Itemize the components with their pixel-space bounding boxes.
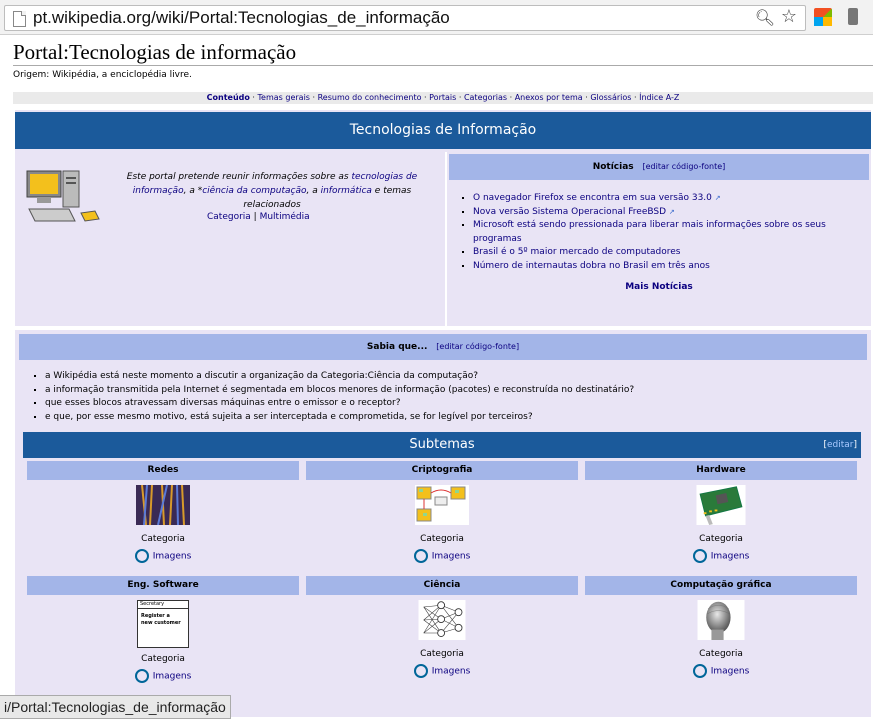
commons-icon: [692, 549, 707, 563]
nav-portais[interactable]: Portais: [429, 93, 456, 102]
cryptography-diagram-image[interactable]: [415, 485, 469, 525]
nav-resumo[interactable]: Resumo do conhecimento: [318, 93, 422, 102]
news-item: Microsoft está sendo pressionada para li…: [473, 219, 871, 246]
intro-links: Categoria | Multimédia: [207, 212, 310, 222]
nav-categorias[interactable]: Categorias: [464, 93, 507, 102]
portal-content: Tecnologias de Informação Este portal pr…: [15, 110, 871, 717]
sabia-edit-link[interactable]: [editar código-fonte]: [436, 342, 519, 351]
external-link-icon: ↗: [714, 194, 721, 202]
images-link[interactable]: Imagens: [306, 664, 578, 678]
images-link[interactable]: Imagens: [585, 664, 857, 678]
intro-panel: Este portal pretende reunir informações …: [17, 152, 441, 326]
title-divider: [13, 65, 873, 66]
news-header: Notícias [editar código-fonte]: [449, 154, 869, 180]
sabia-list: a Wikipédia está neste momento a discuti…: [29, 370, 634, 424]
commons-icon: [692, 664, 707, 678]
subtopic-computacao-grafica: Computação gráfica Categoria Imagens: [585, 576, 857, 678]
subtopic-title[interactable]: Criptografia: [306, 461, 578, 480]
subtopic-redes: Redes Categoria Imagens: [27, 461, 299, 563]
neural-network-image[interactable]: [415, 600, 469, 640]
link-ciencia-computacao[interactable]: ciência da computação: [202, 186, 306, 196]
page-title: Portal:Tecnologias de informação: [13, 40, 297, 64]
nav-temas-gerais[interactable]: Temas gerais: [258, 93, 310, 102]
sabia-header: Sabia que... [editar código-fonte]: [19, 334, 867, 360]
list-item: e que, por esse mesmo motivo, está sujei…: [45, 411, 634, 425]
origin-text: Origem: Wikipédia, a enciclopédia livre.: [13, 70, 192, 80]
subtopic-title[interactable]: Computação gráfica: [585, 576, 857, 595]
intro-category-link[interactable]: Categoria: [207, 212, 251, 222]
subtopic-hardware: Hardware Categoria Imagens: [585, 461, 857, 563]
bookmark-star-icon[interactable]: ☆: [781, 6, 797, 27]
sabia-title: Sabia que...: [366, 342, 428, 352]
images-link[interactable]: Imagens: [27, 549, 299, 563]
subtopic-title[interactable]: Hardware: [585, 461, 857, 480]
extension-windows-icon[interactable]: [814, 8, 832, 26]
section-divider: [15, 326, 871, 330]
category-label[interactable]: Categoria: [585, 649, 857, 659]
news-edit-link[interactable]: [editar código-fonte]: [643, 162, 726, 171]
news-item: Brasil é o 5º maior mercado de computado…: [473, 246, 871, 260]
category-label[interactable]: Categoria: [306, 649, 578, 659]
page-icon: [13, 11, 26, 27]
list-item: a Wikipédia está neste momento a discuti…: [45, 370, 634, 384]
use-case-line: Register a: [141, 613, 170, 619]
use-case-line: new customer: [141, 620, 181, 626]
list-item: a informação transmitida pela Internet é…: [45, 384, 634, 398]
external-link-icon: ↗: [668, 207, 675, 216]
news-panel: Notícias [editar código-fonte] O navegad…: [445, 152, 871, 326]
news-item: Nova versão Sistema Operacional FreeBSD …: [473, 206, 871, 220]
news-title: Notícias: [592, 162, 634, 172]
use-case-image[interactable]: Secretary Register a new customer: [137, 600, 189, 648]
category-label[interactable]: Categoria: [27, 654, 299, 664]
news-list: O navegador Firefox se encontra em sua v…: [457, 192, 871, 273]
commons-icon: [413, 549, 428, 563]
images-link[interactable]: Imagens: [27, 669, 299, 683]
images-link[interactable]: Imagens: [306, 549, 578, 563]
list-item: que esses blocos atravessam diversas máq…: [45, 397, 634, 411]
url-text[interactable]: pt.wikipedia.org/wiki/Portal:Tecnologias…: [33, 8, 450, 28]
network-cables-image[interactable]: [136, 484, 190, 526]
zoom-icon[interactable]: 🔍︎: [755, 8, 775, 27]
extension-battery-icon[interactable]: [848, 8, 858, 25]
subtemas-title: Subtemas: [409, 437, 475, 452]
commons-icon: [134, 669, 149, 683]
more-news-link[interactable]: Mais Notícias: [447, 282, 871, 292]
images-link[interactable]: Imagens: [585, 549, 857, 563]
status-bar: i/Portal:Tecnologias_de_informação: [0, 695, 231, 719]
graphics-card-image[interactable]: [694, 485, 748, 525]
intro-multimedia-link[interactable]: Multimédia: [260, 212, 310, 222]
computer-icon: [26, 170, 100, 222]
browser-toolbar: pt.wikipedia.org/wiki/Portal:Tecnologias…: [0, 0, 873, 35]
use-case-actor: Secretary: [138, 601, 188, 609]
news-item: O navegador Firefox se encontra em sua v…: [473, 192, 871, 206]
subtopic-title[interactable]: Redes: [27, 461, 299, 480]
news-item: Número de internautas dobra no Brasil em…: [473, 260, 871, 274]
portal-navigation: Conteúdo · Temas gerais · Resumo do conh…: [13, 92, 873, 104]
subtemas-header: Subtemas [editar]: [23, 432, 861, 458]
address-bar[interactable]: pt.wikipedia.org/wiki/Portal:Tecnologias…: [4, 5, 806, 31]
intro-text: Este portal pretende reunir informações …: [126, 172, 418, 210]
commons-icon: [134, 549, 149, 563]
subtemas-edit-link[interactable]: editar: [827, 440, 854, 450]
subtopic-criptografia: Criptografia Categoria Imagens: [306, 461, 578, 563]
link-informatica[interactable]: informática: [321, 186, 372, 196]
subtemas-edit: [editar]: [823, 440, 857, 450]
subtopic-ciencia: Ciência Categoria Imagens: [306, 576, 578, 678]
nav-conteudo[interactable]: Conteúdo: [207, 93, 250, 102]
subtopic-title[interactable]: Eng. Software: [27, 576, 299, 595]
nav-anexos[interactable]: Anexos por tema: [515, 93, 583, 102]
subtopic-eng-software: Eng. Software Secretary Register a new c…: [27, 576, 299, 683]
category-label[interactable]: Categoria: [585, 534, 857, 544]
subtopic-title[interactable]: Ciência: [306, 576, 578, 595]
commons-icon: [413, 664, 428, 678]
nav-glossarios[interactable]: Glossários: [590, 93, 631, 102]
3d-head-render-image[interactable]: [694, 600, 748, 640]
portal-banner: Tecnologias de Informação: [15, 112, 871, 149]
category-label[interactable]: Categoria: [27, 534, 299, 544]
category-label[interactable]: Categoria: [306, 534, 578, 544]
nav-indice[interactable]: Índice A-Z: [639, 93, 679, 102]
